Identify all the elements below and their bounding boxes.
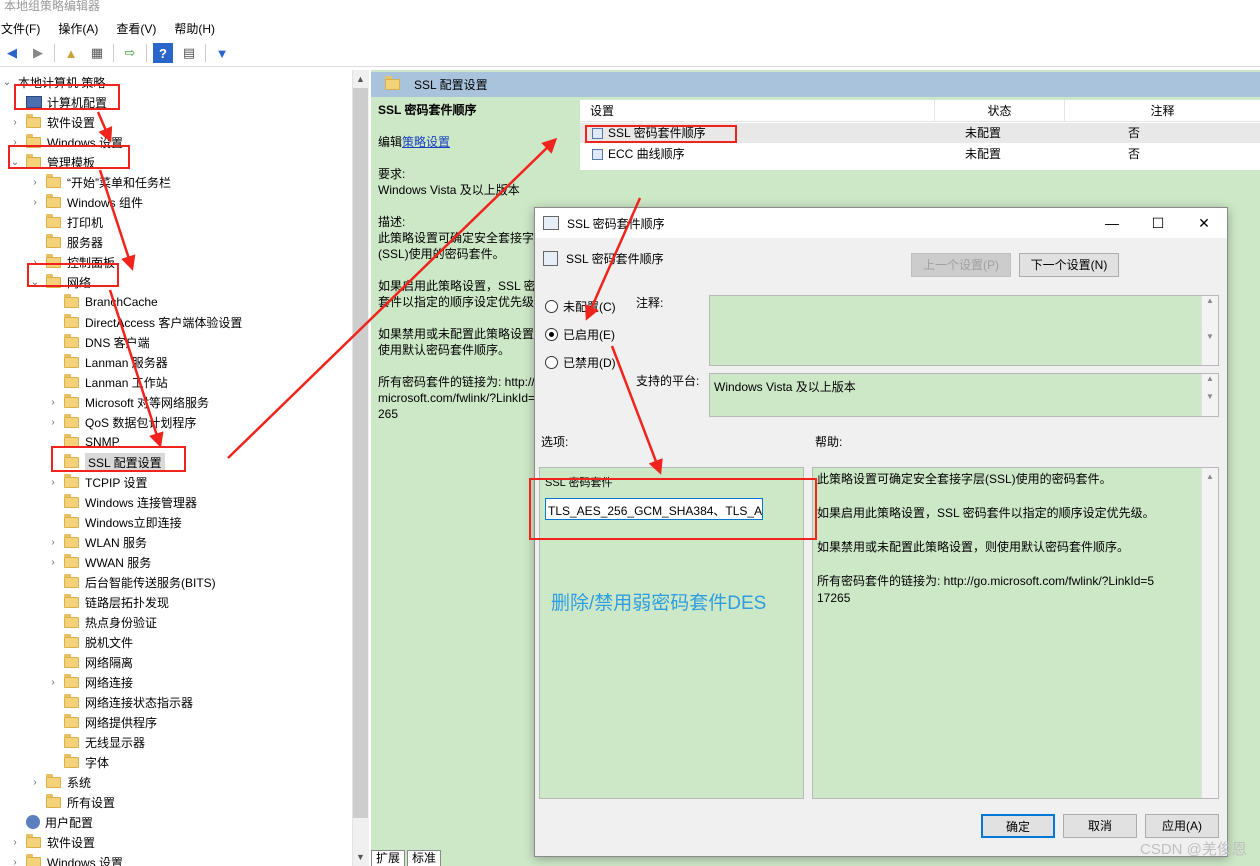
arrow [98,169,136,271]
arrow [96,111,113,143]
arrow [227,137,558,459]
arrow [108,289,164,448]
arrow [584,197,642,321]
annotation-arrows [96,111,663,475]
watermark: CSDN @羌俊恩 [1140,841,1247,858]
arrow [610,345,663,475]
